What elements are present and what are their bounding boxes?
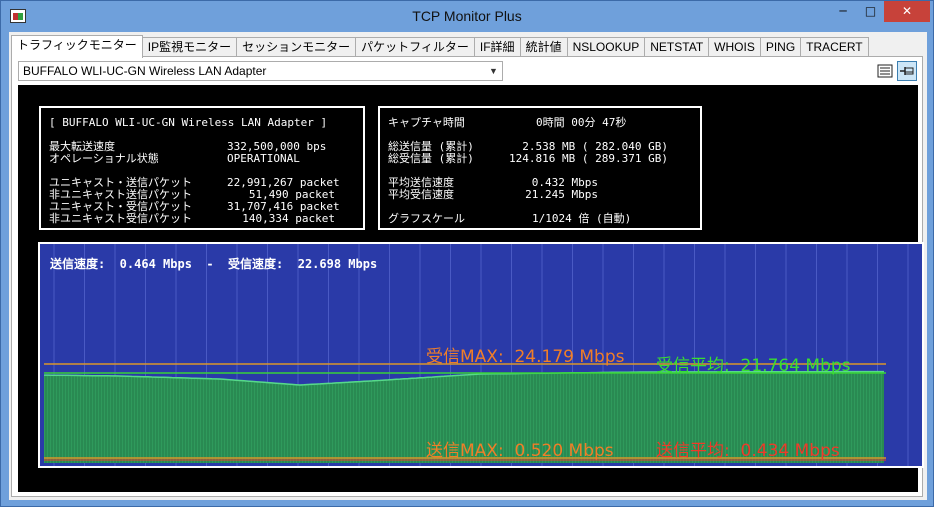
tab-session-monitor[interactable]: セッションモニター: [236, 37, 357, 57]
info-value: 0時間 00分 47秒: [536, 116, 627, 129]
info-label: 総受信量 (累計): [388, 152, 474, 165]
pin-icon: [900, 67, 914, 75]
adapter-dropdown[interactable]: BUFFALO WLI-UC-GN Wireless LAN Adapter ▼: [18, 61, 503, 81]
traffic-monitor-display: [ BUFFALO WLI-UC-GN Wireless LAN Adapter…: [18, 85, 924, 492]
adapter-dropdown-value: BUFFALO WLI-UC-GN Wireless LAN Adapter: [23, 64, 267, 78]
close-button[interactable]: ✕: [884, 1, 930, 22]
info-label: 平均受信速度: [388, 188, 454, 201]
tab-tracert[interactable]: TRACERT: [800, 37, 869, 57]
info-value: 21.245 Mbps: [525, 188, 598, 201]
traffic-monitor-panel: BUFFALO WLI-UC-GN Wireless LAN Adapter ▼: [11, 56, 924, 497]
window-title: TCP Monitor Plus: [412, 8, 522, 24]
maximize-button[interactable]: □: [857, 1, 884, 22]
list-icon: [877, 64, 893, 78]
info-label: 非ユニキャスト受信パケット: [49, 212, 192, 225]
adapter-info-header: [ BUFFALO WLI-UC-GN Wireless LAN Adapter…: [49, 116, 328, 129]
info-value: 124.816 MB ( 289.371 GB): [509, 152, 668, 165]
info-value: 1/1024 倍 (自動): [532, 212, 632, 225]
adapter-info-box: [ BUFFALO WLI-UC-GN Wireless LAN Adapter…: [39, 106, 365, 230]
info-value: 140,334 packet: [242, 212, 335, 225]
tab-ping[interactable]: PING: [759, 37, 802, 57]
minimize-button[interactable]: ─: [829, 1, 857, 22]
app-window: TCP Monitor Plus ─ □ ✕ トラフィックモニター IP監視モニ…: [0, 0, 934, 507]
tab-statistics[interactable]: 統計値: [519, 37, 568, 57]
recv-max-label: 受信MAX: 24.179 Mbps: [426, 347, 625, 367]
tab-netstat[interactable]: NETSTAT: [644, 37, 710, 57]
tab-nslookup[interactable]: NSLOOKUP: [566, 37, 646, 57]
traffic-graph: 送信速度: 0.464 Mbps - 受信速度: 22.698 Mbps 受信M…: [38, 242, 924, 468]
recv-avg-label: 受信平均: 21.764 Mbps: [656, 356, 851, 376]
tab-traffic-monitor[interactable]: トラフィックモニター: [11, 35, 143, 58]
capture-info-box: キャプチャ時間 0時間 00分 47秒 総送信量 (累計) 2.538 MB (…: [378, 106, 702, 230]
info-label: キャプチャ時間: [388, 116, 465, 129]
title-bar[interactable]: TCP Monitor Plus ─ □ ✕: [1, 1, 933, 32]
tab-ip-monitor[interactable]: IP監視モニター: [141, 37, 238, 57]
info-value: OPERATIONAL: [227, 152, 300, 165]
tab-whois[interactable]: WHOIS: [708, 37, 761, 57]
info-label: オペレーショナル状態: [49, 152, 159, 165]
send-max-label: 送信MAX: 0.520 Mbps: [426, 441, 614, 461]
list-view-button[interactable]: [875, 61, 895, 81]
info-label: グラフスケール: [388, 212, 465, 225]
tab-if-detail[interactable]: IF詳細: [473, 37, 521, 57]
current-speed-label: 送信速度: 0.464 Mbps - 受信速度: 22.698 Mbps: [50, 257, 378, 271]
send-avg-label: 送信平均: 0.434 Mbps: [656, 441, 840, 461]
tab-packet-filter[interactable]: パケットフィルター: [355, 37, 475, 57]
tab-bar: トラフィックモニター IP監視モニター セッションモニター パケットフィルター …: [11, 35, 869, 58]
chevron-down-icon[interactable]: ▼: [485, 62, 502, 80]
client-area: トラフィックモニター IP監視モニター セッションモニター パケットフィルター …: [9, 32, 927, 500]
pin-button[interactable]: [897, 61, 917, 81]
